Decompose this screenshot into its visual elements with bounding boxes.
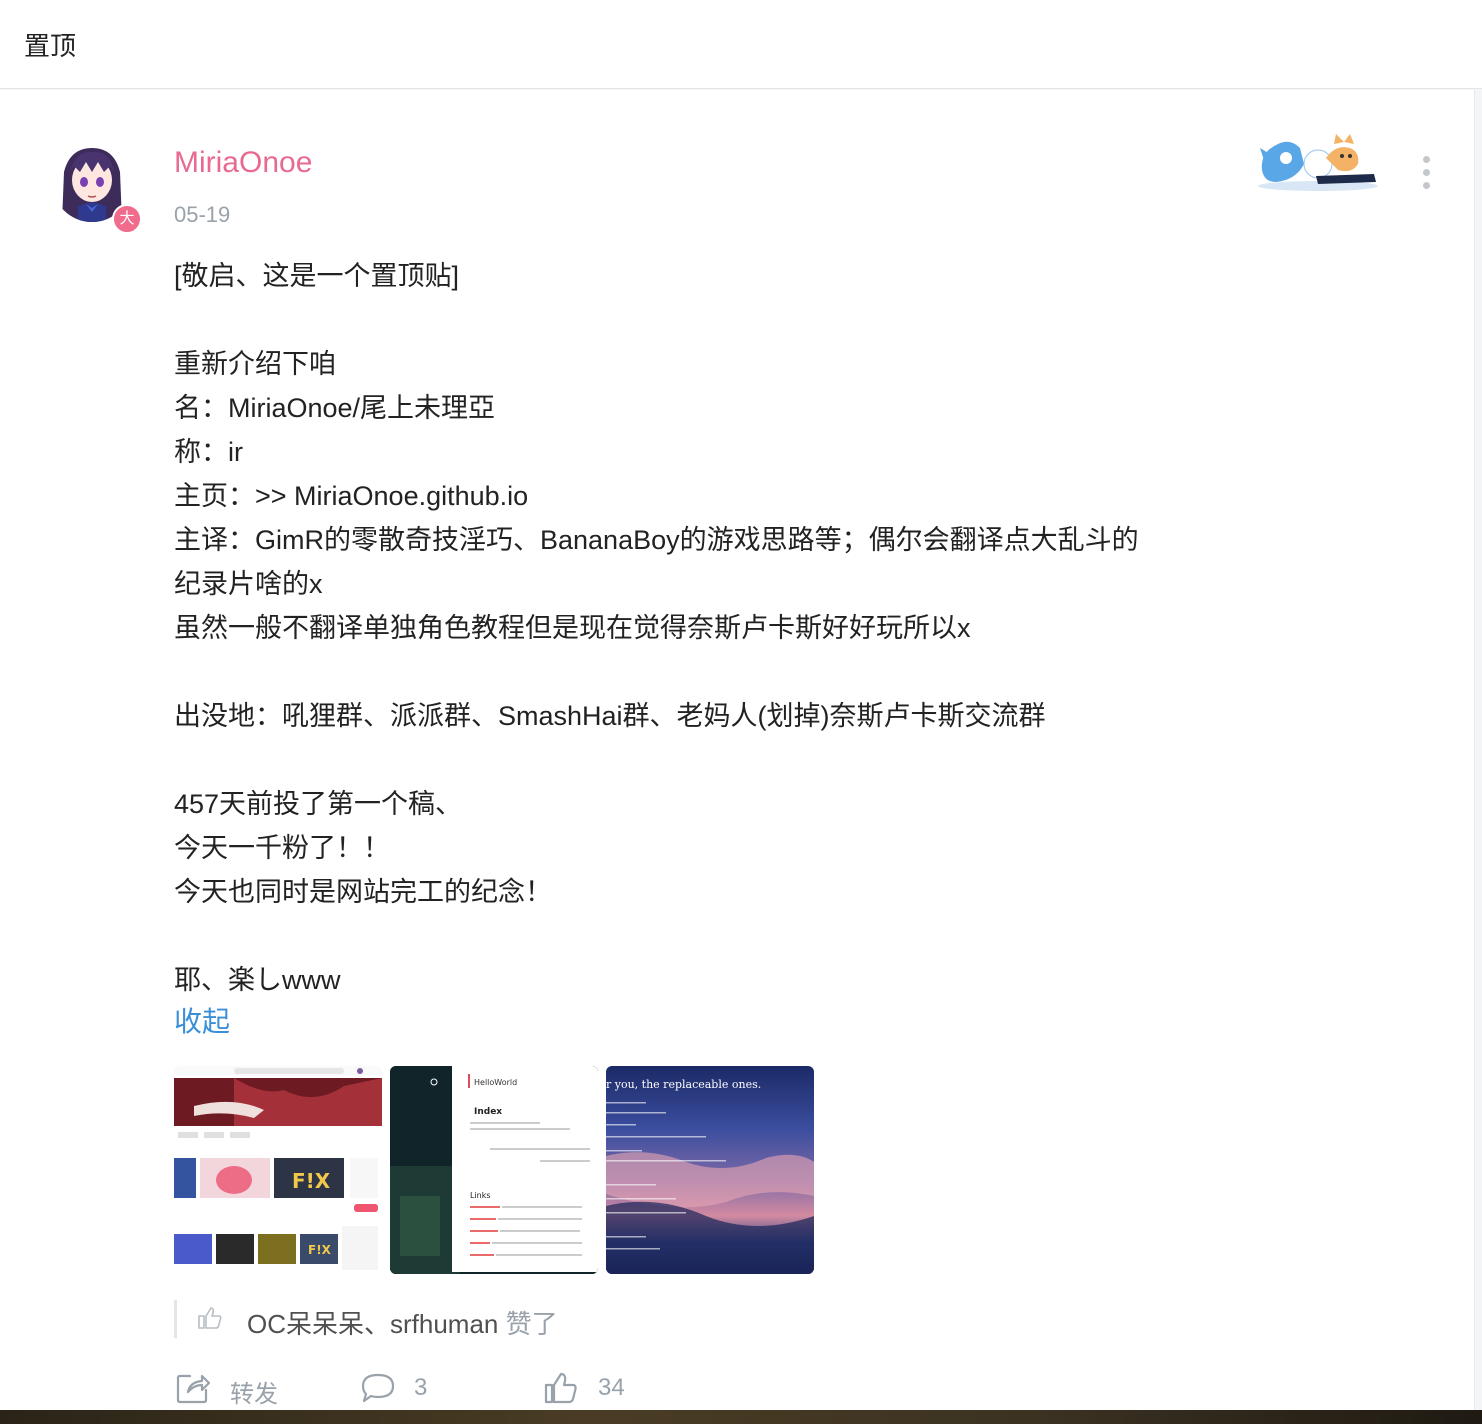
body-line: 今天一千粉了！！	[174, 833, 390, 863]
comment-icon	[360, 1372, 396, 1409]
repost-label: 转发	[230, 1381, 278, 1408]
post-date: 05-19	[174, 202, 231, 227]
background-strip	[0, 1410, 1482, 1424]
collapse-link[interactable]: 收起	[174, 1000, 230, 1040]
avatar[interactable]: 大	[52, 142, 142, 234]
body-line: 457天前投了第一个稿、	[174, 789, 463, 819]
links-heading: Links	[470, 1191, 491, 1200]
svg-text:F!X: F!X	[292, 1169, 331, 1193]
body-line	[174, 650, 1234, 694]
likes-names[interactable]: OC呆呆呆、srfhuman	[247, 1309, 498, 1339]
share-icon	[176, 1372, 211, 1409]
post-body: [敬启、这是一个置顶贴] 重新介绍下咱 名：MiriaOnoe/尾上未理亞 称：…	[174, 254, 1234, 1002]
image-thumbnail-3[interactable]: r you, the replaceable ones.	[606, 1066, 814, 1274]
post-card: 大 MiriaOnoe 05-19 [敬启、这是一个置顶贴] 重新介绍下咱 名：…	[0, 90, 1475, 1410]
like-count: 34	[598, 1374, 625, 1401]
image-thumbnail-1[interactable]: F!X F!X	[174, 1066, 382, 1274]
sunset-caption: r you, the replaceable ones.	[606, 1078, 761, 1091]
index-heading: Index	[474, 1107, 502, 1117]
more-icon[interactable]	[1412, 156, 1440, 196]
svg-text:F!X: F!X	[308, 1243, 332, 1257]
decoration-sticker	[1256, 130, 1380, 194]
body-line: 称：ir	[174, 437, 243, 467]
body-line: 主译：GimR的零散奇技淫巧、BananaBoy的游戏思路等；偶尔会翻译点大乱斗…	[174, 525, 1139, 555]
page-title: 置顶	[24, 31, 77, 61]
likes-summary: OC呆呆呆、srfhuman 赞了	[174, 1300, 558, 1339]
likes-suffix: 赞了	[505, 1309, 558, 1339]
like-icon	[544, 1372, 578, 1409]
body-line: 主页：>> MiriaOnoe.github.io	[174, 481, 529, 511]
image-thumbnail-2[interactable]: HelloWorld Index Links	[390, 1066, 598, 1274]
body-line: 虽然一般不翻译单独角色教程但是现在觉得奈斯卢卡斯好好玩所以x	[174, 613, 971, 643]
body-line	[174, 298, 1234, 342]
helloworld-title: HelloWorld	[474, 1078, 517, 1087]
top-bar: 置顶	[0, 0, 1482, 89]
body-line: 出没地：吼狸群、派派群、SmashHai群、老妈人(划掉)奈斯卢卡斯交流群	[174, 701, 1046, 731]
body-line: 今天也同时是网站完工的纪念！	[174, 877, 552, 907]
body-line: 重新介绍下咱	[174, 349, 336, 379]
comment-count: 3	[414, 1374, 428, 1401]
body-line: 耶、楽しwww	[174, 965, 341, 995]
username[interactable]: MiriaOnoe	[174, 146, 312, 180]
body-line: 纪录片啥的x	[174, 569, 323, 599]
body-line	[174, 738, 1234, 782]
body-line: 名：MiriaOnoe/尾上未理亞	[174, 393, 496, 423]
thumbs-up-icon	[197, 1306, 223, 1335]
body-line: [敬启、这是一个置顶贴]	[174, 261, 460, 291]
vip-badge: 大	[112, 204, 142, 234]
body-line	[174, 914, 1234, 958]
